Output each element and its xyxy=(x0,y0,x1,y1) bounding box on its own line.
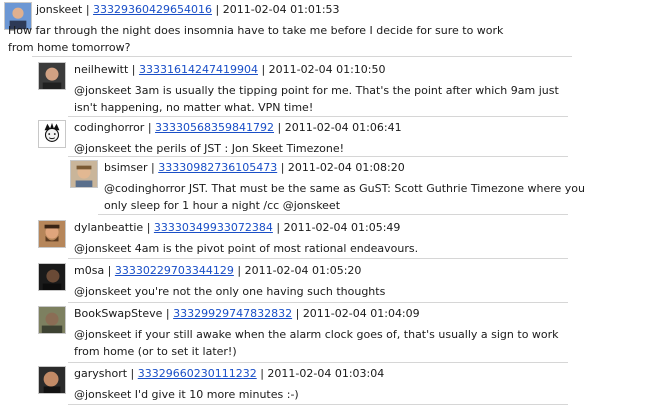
tweet-header: bsimser | 33330982736105473 | 2011-02-04… xyxy=(104,161,405,174)
username[interactable]: BookSwapSteve xyxy=(74,307,162,320)
avatar[interactable] xyxy=(38,120,66,148)
username[interactable]: garyshort xyxy=(74,367,127,380)
tweet-text: @jonskeet the perils of JST : Jon Skeet … xyxy=(74,142,345,155)
tweet-header: jonskeet | 33329360429654016 | 2011-02-0… xyxy=(36,3,340,16)
timestamp: 2011-02-04 01:06:41 xyxy=(284,121,402,134)
avatar[interactable] xyxy=(38,306,66,334)
timestamp: 2011-02-04 01:10:50 xyxy=(268,63,386,76)
username[interactable]: neilhewitt xyxy=(74,63,128,76)
tweet-id-link[interactable]: 33330349933072384 xyxy=(154,221,273,234)
tweet-header: BookSwapSteve | 33329929747832832 | 2011… xyxy=(74,307,420,320)
tweet-text: @jonskeet you're not the only one having… xyxy=(74,285,386,298)
username[interactable]: m0sa xyxy=(74,264,104,277)
tweet-header: garyshort | 33329660230111232 | 2011-02-… xyxy=(74,367,385,380)
tweet-id-link[interactable]: 33329660230111232 xyxy=(138,367,257,380)
divider xyxy=(68,362,568,363)
timestamp: 2011-02-04 01:04:09 xyxy=(302,307,420,320)
divider xyxy=(68,156,568,157)
tweet-text: @codinghorror JST. That must be the same… xyxy=(104,182,585,212)
tweet-header: neilhewitt | 33331614247419904 | 2011-02… xyxy=(74,63,386,76)
timestamp: 2011-02-04 01:08:20 xyxy=(287,161,405,174)
timestamp: 2011-02-04 01:03:04 xyxy=(267,367,385,380)
divider xyxy=(32,56,572,57)
tweet-header: dylanbeattie | 33330349933072384 | 2011-… xyxy=(74,221,401,234)
avatar[interactable] xyxy=(38,366,66,394)
timestamp: 2011-02-04 01:05:49 xyxy=(283,221,401,234)
divider xyxy=(68,404,568,405)
divider xyxy=(98,214,568,215)
divider xyxy=(68,258,568,259)
divider xyxy=(68,302,568,303)
avatar[interactable] xyxy=(38,62,66,90)
tweet-id-link[interactable]: 33329360429654016 xyxy=(93,3,212,16)
avatar[interactable] xyxy=(70,160,98,188)
tweet-header: m0sa | 33330229703344129 | 2011-02-04 01… xyxy=(74,264,362,277)
tweet-id-link[interactable]: 33331614247419904 xyxy=(139,63,258,76)
timestamp: 2011-02-04 01:05:20 xyxy=(244,264,362,277)
timestamp: 2011-02-04 01:01:53 xyxy=(222,3,340,16)
tweet-text: How far through the night does insomnia … xyxy=(8,24,504,54)
tweet-text: @jonskeet 3am is usually the tipping poi… xyxy=(74,84,559,114)
tweet-id-link[interactable]: 33330982736105473 xyxy=(158,161,277,174)
avatar[interactable] xyxy=(38,220,66,248)
tweet-text: @jonskeet if your still awake when the a… xyxy=(74,328,559,358)
username[interactable]: bsimser xyxy=(104,161,148,174)
tweet-id-link[interactable]: 33329929747832832 xyxy=(173,307,292,320)
tweet-id-link[interactable]: 33330568359841792 xyxy=(155,121,274,134)
tweet-text: @jonskeet I'd give it 10 more minutes :-… xyxy=(74,388,299,401)
tweet-id-link[interactable]: 33330229703344129 xyxy=(115,264,234,277)
username[interactable]: dylanbeattie xyxy=(74,221,143,234)
divider xyxy=(68,116,568,117)
username[interactable]: codinghorror xyxy=(74,121,144,134)
tweet-header: codinghorror | 33330568359841792 | 2011-… xyxy=(74,121,402,134)
avatar[interactable] xyxy=(38,263,66,291)
username[interactable]: jonskeet xyxy=(36,3,82,16)
tweet-text: @jonskeet 4am is the pivot point of most… xyxy=(74,242,419,255)
